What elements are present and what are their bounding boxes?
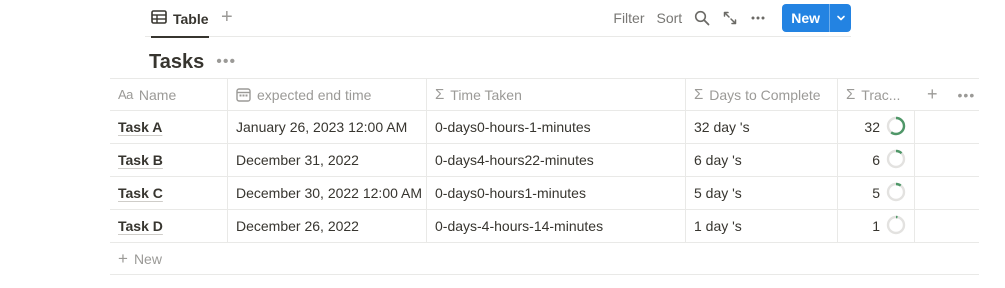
cell-time-taken[interactable]: 0-days0-hours-1-minutes [427,111,686,143]
column-header-time-taken[interactable]: Σ Time Taken [427,79,686,110]
add-view-button[interactable]: + [221,6,233,28]
view-bar: Table + Filter Sort New [145,0,851,38]
cell-empty[interactable] [915,177,979,209]
cell-empty[interactable] [915,210,979,242]
cell-time-taken[interactable]: 0-days0-hours1-minutes [427,177,686,209]
tracker-value: 32 [864,119,880,135]
more-options-icon[interactable] [744,4,772,32]
column-header-days-to-complete[interactable]: Σ Days to Complete [686,79,838,110]
cell-name[interactable]: Task B [110,144,228,176]
cell-expected-end-time[interactable]: January 26, 2023 12:00 AM [228,111,427,143]
cell-days-to-complete[interactable]: 32 day 's [686,111,838,143]
cell-empty[interactable] [915,144,979,176]
page-title[interactable]: Tasks [149,51,204,74]
column-header-name[interactable]: Aa Name [110,79,228,110]
expand-icon[interactable] [716,4,744,32]
header-actions: + ••• [915,79,975,110]
table-row[interactable]: Task C December 30, 2022 12:00 AM 0-days… [110,177,979,210]
table-icon [151,10,167,27]
cell-name[interactable]: Task C [110,177,228,209]
sort-button[interactable]: Sort [651,10,689,26]
column-label: Name [138,86,177,103]
notion-database-view: Table + Filter Sort New Tasks ••• Aa Nam… [0,0,1005,288]
column-label: Days to Complete [709,86,821,103]
new-button[interactable]: New [782,4,851,32]
cell-tracker[interactable]: 1 [838,210,915,242]
formula-icon: Σ [846,86,856,103]
database-table: Aa Name expected end time Σ Time Taken Σ… [110,78,979,275]
tab-table[interactable]: Table [151,0,209,38]
cell-empty[interactable] [915,111,979,143]
tab-label: Table [173,10,209,27]
calendar-icon [236,87,251,102]
cell-name[interactable]: Task D [110,210,228,242]
cell-days-to-complete[interactable]: 6 day 's [686,144,838,176]
formula-icon: Σ [435,86,445,103]
cell-time-taken[interactable]: 0-days4-hours22-minutes [427,144,686,176]
filter-button[interactable]: Filter [607,10,650,26]
progress-ring-icon [886,182,906,205]
progress-ring-icon [886,149,906,172]
task-name-link[interactable]: Task A [118,119,162,135]
cell-name[interactable]: Task A [110,111,228,143]
column-header-expected-end-time[interactable]: expected end time [228,79,427,110]
progress-ring-icon [886,116,906,139]
cell-days-to-complete[interactable]: 1 day 's [686,210,838,242]
search-icon[interactable] [688,4,716,32]
table-row[interactable]: Task B December 31, 2022 0-days4-hours22… [110,144,979,177]
cell-expected-end-time[interactable]: December 26, 2022 [228,210,427,242]
toolbar: Filter Sort New [607,4,851,32]
task-name-link[interactable]: Task B [118,152,163,168]
table-header: Aa Name expected end time Σ Time Taken Σ… [110,78,979,111]
column-label: Trac... [861,86,901,103]
column-label: expected end time [257,86,372,103]
column-header-tracker[interactable]: Σ Trac... [838,79,915,110]
cell-tracker[interactable]: 6 [838,144,915,176]
properties-more-button[interactable]: ••• [958,87,976,103]
tracker-value: 5 [872,185,880,201]
plus-icon: + [118,248,128,268]
cell-days-to-complete[interactable]: 5 day 's [686,177,838,209]
task-name-link[interactable]: Task D [118,218,163,234]
new-button-label[interactable]: New [782,4,829,32]
chevron-down-icon[interactable] [829,4,851,32]
add-row-button[interactable]: + New [110,243,979,275]
add-property-button[interactable]: + [927,84,938,105]
cell-tracker[interactable]: 32 [838,111,915,143]
tracker-value: 6 [872,152,880,168]
text-property-icon: Aa [118,87,133,102]
cell-tracker[interactable]: 5 [838,177,915,209]
task-name-link[interactable]: Task C [118,185,163,201]
progress-ring-icon [886,215,906,238]
title-more-button[interactable]: ••• [216,53,236,71]
tracker-value: 1 [872,218,880,234]
cell-expected-end-time[interactable]: December 31, 2022 [228,144,427,176]
formula-icon: Σ [694,86,704,103]
table-row[interactable]: Task A January 26, 2023 12:00 AM 0-days0… [110,111,979,144]
table-body: Task A January 26, 2023 12:00 AM 0-days0… [110,111,979,243]
cell-time-taken[interactable]: 0-days-4-hours-14-minutes [427,210,686,242]
cell-expected-end-time[interactable]: December 30, 2022 12:00 AM [228,177,427,209]
database-title-row: Tasks ••• [149,48,236,76]
column-label: Time Taken [450,86,522,103]
add-row-label: New [133,250,162,267]
table-row[interactable]: Task D December 26, 2022 0-days-4-hours-… [110,210,979,243]
